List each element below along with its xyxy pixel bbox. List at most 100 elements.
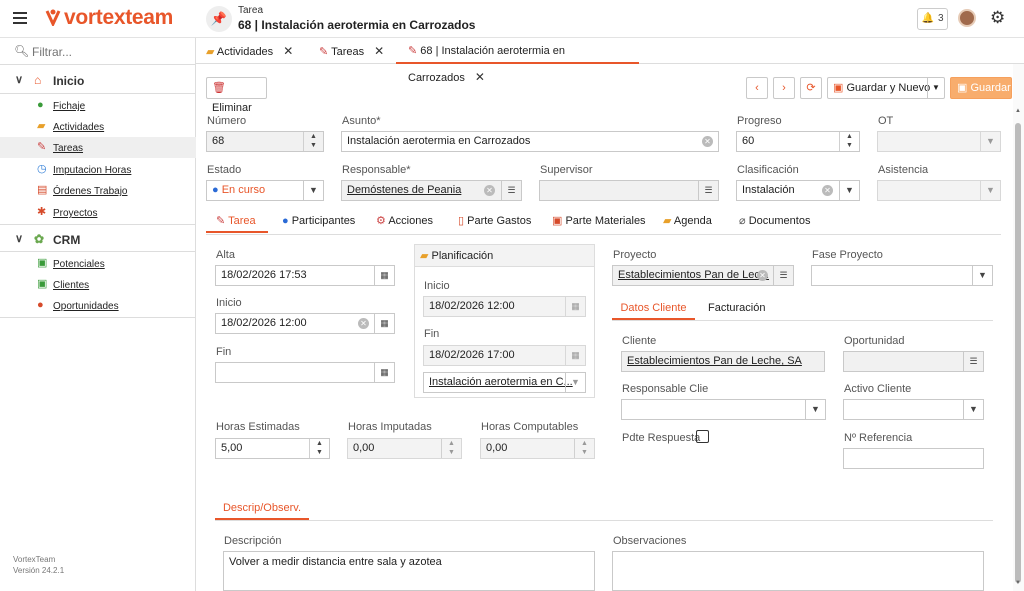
fase-proyecto-select[interactable]: ▼ bbox=[811, 265, 993, 286]
tab-documentos[interactable]: ⌀ Documentos bbox=[739, 209, 810, 233]
oportunidad-field[interactable]: ☰ bbox=[843, 351, 984, 372]
pdte-respuesta-checkbox[interactable] bbox=[696, 430, 709, 443]
chevron-down-icon: ▼ bbox=[972, 266, 992, 285]
chevron-down-icon[interactable]: ▼ bbox=[927, 78, 944, 98]
search-list-icon[interactable]: ☰ bbox=[698, 181, 718, 200]
clear-icon[interactable]: ✕ bbox=[358, 318, 369, 329]
app-name: VortexTeam bbox=[13, 555, 56, 564]
clear-icon[interactable]: ✕ bbox=[757, 270, 768, 281]
brand-logo[interactable]: vortexteam bbox=[45, 6, 173, 30]
close-icon[interactable]: ✕ bbox=[374, 44, 384, 58]
tab-participantes[interactable]: ● Participantes bbox=[282, 209, 355, 233]
clear-icon[interactable]: ✕ bbox=[822, 185, 833, 196]
tab-actividades[interactable]: ▰ Actividades ✕ bbox=[206, 38, 293, 64]
sidebar-item-clientes[interactable]: ▣ Clientes bbox=[0, 274, 196, 295]
notifications-button[interactable]: 🔔 3 bbox=[917, 8, 948, 30]
sidebar-item-oportunidades[interactable]: ● Oportunidades bbox=[0, 295, 196, 316]
user-clock-icon: ● bbox=[37, 99, 44, 111]
tab-tarea-68[interactable]: ✎ 68 | Instalación aerotermia en Carroza… bbox=[396, 38, 639, 84]
clear-icon[interactable]: ✕ bbox=[702, 136, 713, 147]
responsable-field[interactable]: Demóstenes de Peania ✕ ☰ bbox=[341, 180, 522, 201]
tasks-icon: ✎ bbox=[37, 141, 47, 153]
participants-icon: ● bbox=[282, 215, 289, 227]
tab-facturacion[interactable]: Facturación bbox=[708, 296, 765, 320]
estado-select[interactable]: ● En curso ▼ bbox=[206, 180, 324, 201]
stepper-icon[interactable]: ▲ ▼ bbox=[839, 132, 859, 151]
refresh-icon[interactable]: ⟳ bbox=[800, 77, 822, 99]
sidebar-item-actividades[interactable]: ▰ Actividades bbox=[0, 116, 196, 137]
save-and-new-button[interactable]: ▣ Guardar y Nuevo ▼ bbox=[827, 77, 945, 99]
sidebar-item-fichaje[interactable]: ● Fichaje bbox=[0, 95, 196, 116]
sidebar-section-crm[interactable]: ∨ ✿ CRM bbox=[0, 224, 196, 252]
stepper-icon[interactable]: ▲ ▼ bbox=[309, 439, 329, 458]
alta-field[interactable]: 18/02/2026 17:53 ▦ bbox=[215, 265, 395, 286]
calendar-icon[interactable]: ▦ bbox=[374, 363, 394, 382]
sidebar-item-potenciales[interactable]: ▣ Potenciales bbox=[0, 253, 196, 274]
close-icon[interactable]: ✕ bbox=[475, 70, 485, 84]
save-button[interactable]: ▣ Guardar bbox=[950, 77, 1012, 99]
numero-field[interactable]: 68 ▲ ▼ bbox=[206, 131, 324, 152]
scroll-up-icon[interactable]: ▲ bbox=[1015, 108, 1021, 114]
descripcion-textarea[interactable]: Volver a medir distancia entre sala y az… bbox=[223, 551, 595, 591]
observaciones-textarea[interactable] bbox=[612, 551, 984, 591]
scrollbar-thumb[interactable] bbox=[1015, 123, 1021, 583]
clear-icon[interactable]: ✕ bbox=[484, 185, 495, 196]
previous-button[interactable]: ‹ bbox=[746, 77, 768, 99]
filter-input[interactable] bbox=[32, 43, 182, 60]
sidebar: 🔍︎ ∨ ⌂ Inicio ● Fichaje ▰ Actividades ✎ … bbox=[0, 38, 196, 591]
tab-descrip-observ[interactable]: Descrip/Observ. bbox=[215, 496, 309, 520]
materials-icon: ▣ bbox=[552, 215, 563, 227]
sidebar-item-proyectos[interactable]: ✱ Proyectos bbox=[0, 202, 196, 223]
delete-button[interactable]: 🗑 Eliminar bbox=[206, 77, 267, 114]
search-list-icon[interactable]: ☰ bbox=[501, 181, 521, 200]
calendar-icon[interactable]: ▦ bbox=[374, 314, 394, 333]
asunto-field[interactable]: Instalación aerotermia en Carrozados ✕ bbox=[341, 131, 719, 152]
asistencia-label: Asistencia bbox=[878, 164, 929, 176]
tab-parte-materiales[interactable]: ▣ Parte Materiales bbox=[552, 209, 646, 233]
plan-link-select[interactable]: Instalación aerotermia en C... ▼ bbox=[423, 372, 586, 393]
stepper-icon[interactable]: ▲ ▼ bbox=[303, 132, 323, 151]
search-list-icon[interactable]: ☰ bbox=[963, 352, 983, 371]
cliente-field[interactable]: Establecimientos Pan de Leche, SA bbox=[621, 351, 825, 372]
sidebar-section-inicio[interactable]: ∨ ⌂ Inicio bbox=[0, 66, 196, 94]
sidebar-item-ordenes-trabajo[interactable]: ▤ Órdenes Trabajo bbox=[0, 180, 196, 201]
sidebar-item-imputacion-horas[interactable]: ◷ Imputacion Horas bbox=[0, 159, 196, 180]
search-list-icon[interactable]: ☰ bbox=[773, 266, 793, 285]
gear-icon[interactable]: ⚙ bbox=[990, 9, 1005, 27]
tab-parte-gastos[interactable]: ▯ Parte Gastos bbox=[458, 209, 531, 233]
horas-computables-field: 0,00 ▲ ▼ bbox=[480, 438, 595, 459]
scroll-down-icon[interactable]: ▼ bbox=[1015, 580, 1021, 586]
agenda-icon: ▰ bbox=[663, 215, 672, 227]
tab-agenda[interactable]: ▰ Agenda bbox=[663, 209, 712, 233]
ot-select[interactable]: ▼ bbox=[877, 131, 1001, 152]
tab-tarea[interactable]: ✎ Tarea bbox=[206, 209, 268, 233]
fin-field[interactable]: ▦ bbox=[215, 362, 395, 383]
chevron-down-icon: ∨ bbox=[15, 74, 24, 86]
clasificacion-label: Clasificación bbox=[737, 164, 799, 176]
calendar-icon[interactable]: ▦ bbox=[374, 266, 394, 285]
record-title: 68 | Instalación aerotermia en Carrozado… bbox=[238, 18, 476, 32]
sidebar-item-tareas[interactable]: ✎ Tareas bbox=[0, 137, 196, 158]
supervisor-field[interactable]: ☰ bbox=[539, 180, 719, 201]
tab-datos-cliente[interactable]: Datos Cliente bbox=[612, 296, 695, 320]
tab-acciones[interactable]: ⚙ Acciones bbox=[376, 209, 433, 233]
proyecto-field[interactable]: Establecimientos Pan de Lec... ✕ ☰ bbox=[612, 265, 794, 286]
clasificacion-select[interactable]: Instalación ✕ ▼ bbox=[736, 180, 860, 201]
tab-tareas[interactable]: ✎ Tareas ✕ bbox=[319, 38, 384, 64]
responsable-cliente-select[interactable]: ▼ bbox=[621, 399, 826, 420]
asistencia-select[interactable]: ▼ bbox=[877, 180, 1001, 201]
close-icon[interactable]: ✕ bbox=[283, 44, 293, 58]
activo-cliente-select[interactable]: ▼ bbox=[843, 399, 984, 420]
horas-estimadas-field[interactable]: 5,00 ▲ ▼ bbox=[215, 438, 330, 459]
n-referencia-field[interactable] bbox=[843, 448, 984, 469]
progreso-field[interactable]: 60 ▲ ▼ bbox=[736, 131, 860, 152]
scrollbar[interactable]: ▲ ▼ bbox=[1013, 64, 1024, 591]
next-button[interactable]: › bbox=[773, 77, 795, 99]
calendar-icon: ▦ bbox=[565, 346, 585, 365]
plan-fin-label: Fin bbox=[424, 328, 440, 340]
planificacion-header: ▰ Planificación bbox=[415, 245, 594, 267]
menu-icon[interactable] bbox=[13, 12, 27, 24]
inicio-field[interactable]: 18/02/2026 12:00 ✕ ▦ bbox=[215, 313, 395, 334]
user-avatar[interactable] bbox=[958, 9, 976, 27]
chevron-down-icon: ∨ bbox=[15, 233, 24, 245]
